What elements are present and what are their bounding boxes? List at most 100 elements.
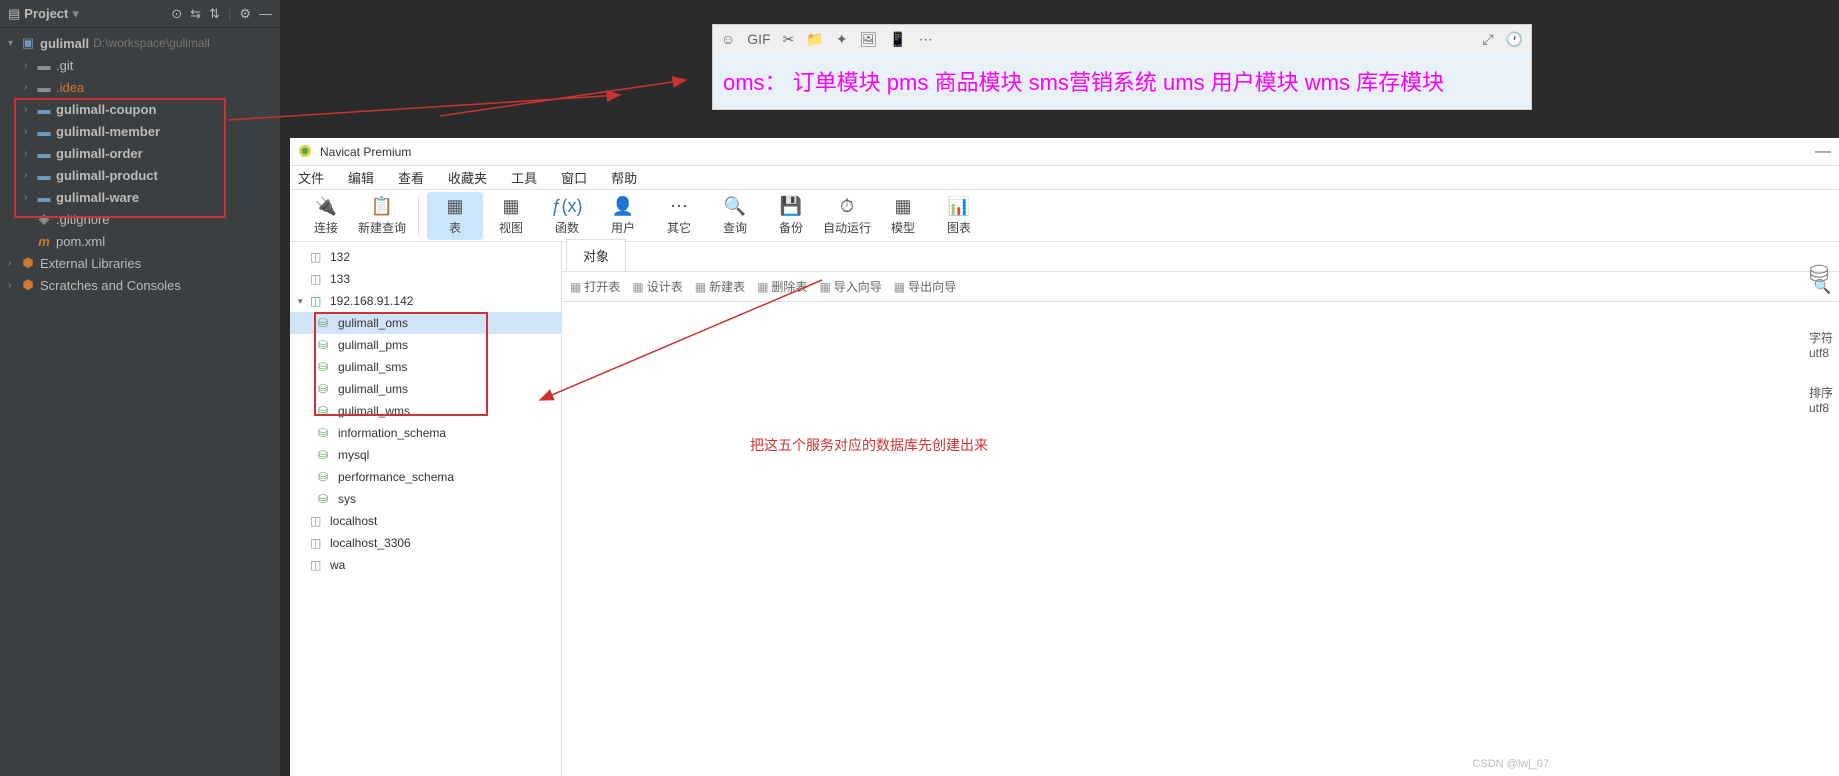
- root-name: gulimall: [40, 36, 89, 51]
- project-root[interactable]: ▾ ▣ gulimall D:\workspace\gulimall: [0, 32, 280, 54]
- tree-node-gulimall-coupon[interactable]: › ▬ gulimall-coupon: [0, 98, 280, 120]
- chevron-right-icon[interactable]: ›: [24, 170, 36, 181]
- tool-连接[interactable]: 🔌 连接: [298, 192, 354, 240]
- tree-node-.gitignore[interactable]: ◈ .gitignore: [0, 208, 280, 230]
- navicat-menubar: 文件 编辑 查看 收藏夹 工具 窗口 帮助: [290, 166, 1839, 190]
- chevron-icon[interactable]: ▾: [298, 296, 310, 307]
- database-gulimall_ums[interactable]: ⛁ gulimall_ums: [290, 378, 561, 400]
- tool-表[interactable]: ▦ 表: [427, 192, 483, 240]
- tree-node-external-libraries[interactable]: › ⬢ External Libraries: [0, 252, 280, 274]
- subtool-打开表[interactable]: ▦ 打开表: [570, 278, 620, 295]
- minimize-icon[interactable]: —: [259, 6, 272, 22]
- chevron-right-icon[interactable]: ›: [24, 60, 36, 71]
- subtool-删除表[interactable]: ▦ 删除表: [757, 278, 807, 295]
- phone-icon[interactable]: 📱: [889, 31, 906, 48]
- cut-icon[interactable]: ✂: [783, 31, 795, 48]
- tool-label: 备份: [779, 219, 803, 236]
- database-gulimall_sms[interactable]: ⛁ gulimall_sms: [290, 356, 561, 378]
- connection-wa[interactable]: ◫ wa: [290, 554, 561, 576]
- minimize-icon[interactable]: —: [1815, 143, 1831, 161]
- menu-帮助[interactable]: 帮助: [611, 168, 637, 187]
- history-icon[interactable]: 🕐: [1506, 31, 1523, 48]
- connection-localhost_3306[interactable]: ◫ localhost_3306: [290, 532, 561, 554]
- database-mysql[interactable]: ⛁ mysql: [290, 444, 561, 466]
- subtool-新建表[interactable]: ▦ 新建表: [695, 278, 745, 295]
- tree-node-.idea[interactable]: › ▬ .idea: [0, 76, 280, 98]
- menu-查看[interactable]: 查看: [398, 168, 424, 187]
- gif-icon[interactable]: GIF: [747, 31, 770, 47]
- chevron-right-icon[interactable]: ›: [24, 104, 36, 115]
- subtool-导入向导[interactable]: ▦ 导入向导: [819, 278, 881, 295]
- tree-node-gulimall-order[interactable]: › ▬ gulimall-order: [0, 142, 280, 164]
- gear-icon[interactable]: ⚙: [239, 6, 251, 22]
- tool-自动运行[interactable]: ⏱ 自动运行: [819, 192, 875, 240]
- tree-node-.git[interactable]: › ▬ .git: [0, 54, 280, 76]
- tool-备份[interactable]: 💾 备份: [763, 192, 819, 240]
- chevron-right-icon[interactable]: ›: [24, 126, 36, 137]
- database-gulimall_pms[interactable]: ⛁ gulimall_pms: [290, 334, 561, 356]
- menu-窗口[interactable]: 窗口: [561, 168, 587, 187]
- database-gulimall_oms[interactable]: ⛁ gulimall_oms: [290, 312, 561, 334]
- emoji-icon[interactable]: ☺: [721, 31, 735, 47]
- tool-新建查询[interactable]: 📋 新建查询: [354, 192, 410, 240]
- tool-视图[interactable]: ▦ 视图: [483, 192, 539, 240]
- database-sys[interactable]: ⛁ sys: [290, 488, 561, 510]
- chevron-right-icon[interactable]: ›: [8, 280, 20, 291]
- navicat-window: Navicat Premium — 文件编辑查看收藏夹工具窗口帮助 🔌 连接 📋…: [290, 138, 1839, 776]
- tool-icon: 🔌: [315, 196, 337, 217]
- menu-工具[interactable]: 工具: [511, 168, 537, 187]
- chevron-right-icon[interactable]: ›: [24, 148, 36, 159]
- subtool-导出向导[interactable]: ▦ 导出向导: [894, 278, 956, 295]
- folder-icon: ▬: [36, 57, 52, 73]
- navicat-toolbar: 🔌 连接 📋 新建查询 ▦ 表 ▦ 视图 ƒ(x) 函数 👤 用户 ⋯ 其它 🔍…: [290, 190, 1839, 242]
- tree-node-gulimall-member[interactable]: › ▬ gulimall-member: [0, 120, 280, 142]
- tool-函数[interactable]: ƒ(x) 函数: [539, 192, 595, 240]
- target-icon[interactable]: ⊙: [171, 6, 182, 22]
- star-icon[interactable]: ✦: [836, 31, 848, 48]
- tool-其它[interactable]: ⋯ 其它: [651, 192, 707, 240]
- database-information_schema[interactable]: ⛁ information_schema: [290, 422, 561, 444]
- subtool-设计表[interactable]: ▦ 设计表: [632, 278, 682, 295]
- tool-icon: ▦: [446, 196, 463, 217]
- dropdown-icon[interactable]: ▾: [72, 6, 79, 22]
- chevron-right-icon[interactable]: ›: [24, 82, 36, 93]
- chevron-right-icon[interactable]: ›: [8, 258, 20, 269]
- menu-文件[interactable]: 文件: [298, 168, 324, 187]
- tool-用户[interactable]: 👤 用户: [595, 192, 651, 240]
- more-icon[interactable]: ⋯: [919, 31, 933, 48]
- tool-label: 函数: [555, 219, 579, 236]
- menu-收藏夹[interactable]: 收藏夹: [448, 168, 487, 187]
- tree-node-pom.xml[interactable]: m pom.xml: [0, 230, 280, 252]
- tree-node-gulimall-product[interactable]: › ▬ gulimall-product: [0, 164, 280, 186]
- tree-node-gulimall-ware[interactable]: › ▬ gulimall-ware: [0, 186, 280, 208]
- connection-132[interactable]: ◫ 132: [290, 246, 561, 268]
- chevron-right-icon[interactable]: ›: [24, 192, 36, 203]
- tab-objects[interactable]: 对象: [566, 239, 626, 271]
- node-label: gulimall-ware: [56, 190, 139, 205]
- folder-icon: ▬: [36, 79, 52, 95]
- folder-icon: ▣: [20, 35, 36, 51]
- menu-编辑[interactable]: 编辑: [348, 168, 374, 187]
- connection-icon: ◫: [310, 514, 326, 528]
- connection-192.168.91.142[interactable]: ▾ ◫ 192.168.91.142: [290, 290, 561, 312]
- collapse-icon[interactable]: ⇆: [190, 6, 201, 22]
- tree-node-scratches-and-consoles[interactable]: › ⬢ Scratches and Consoles: [0, 274, 280, 296]
- tool-图表[interactable]: 📊 图表: [931, 192, 987, 240]
- connection-label: 132: [330, 250, 350, 264]
- expand-icon[interactable]: ⤢: [1482, 31, 1493, 48]
- tool-模型[interactable]: ▦ 模型: [875, 192, 931, 240]
- database-label: performance_schema: [338, 470, 454, 484]
- connection-tree: ◫ 132 ◫ 133 ▾ ◫ 192.168.91.142 ⛁ gulimal…: [290, 242, 562, 776]
- expand-icon[interactable]: ⇅: [209, 6, 220, 22]
- database-performance_schema[interactable]: ⛁ performance_schema: [290, 466, 561, 488]
- image-icon[interactable]: 🖼: [860, 31, 878, 48]
- tool-label: 查询: [723, 219, 747, 236]
- folder-icon[interactable]: 📁: [806, 31, 823, 48]
- connection-133[interactable]: ◫ 133: [290, 268, 561, 290]
- connection-icon: ◫: [310, 536, 326, 550]
- database-gulimall_wms[interactable]: ⛁ gulimall_wms: [290, 400, 561, 422]
- database-icon: ⛁: [318, 470, 334, 484]
- chevron-down-icon[interactable]: ▾: [8, 38, 20, 49]
- tool-查询[interactable]: 🔍 查询: [707, 192, 763, 240]
- connection-localhost[interactable]: ◫ localhost: [290, 510, 561, 532]
